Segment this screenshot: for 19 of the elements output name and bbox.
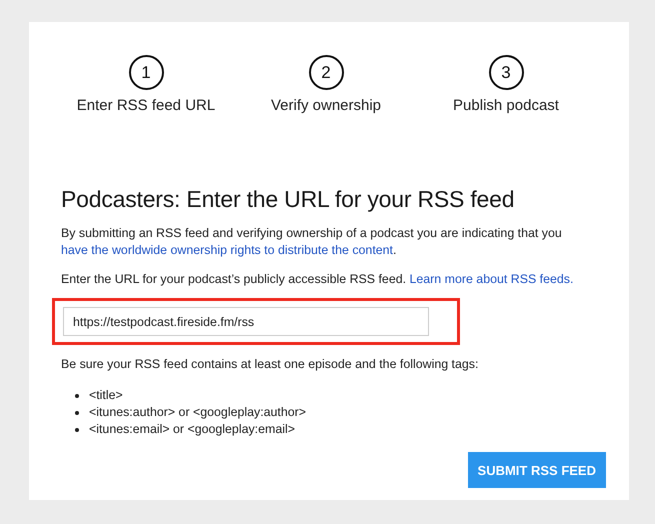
bullet-icon [75,394,79,398]
step-number: 3 [488,55,524,90]
bullet-icon [75,428,79,432]
page-heading: Podcasters: Enter the URL for your RSS feed [61,186,516,213]
learn-more-link[interactable]: Learn more about RSS feeds. [410,272,574,286]
url-prompt: Enter the URL for your podcast’s publicly accessible RSS feed. Learn more about RSS feeds. [61,271,574,288]
step-number: 1 [128,55,164,90]
requirements-text: Be sure your RSS feed contains at least one episode and the following tags: [61,356,480,373]
step-label: Enter RSS feed URL [76,97,216,114]
intro-text: By submitting an RSS feed and verifying ownership of a podcast you are indicating that you have the worldwide ownership rights to distribute the content. [61,225,563,259]
tag-item: <itunes:author> or <googleplay:author> [89,404,306,421]
rights-link[interactable]: have the worldwide ownership rights to distribute the content [61,243,393,257]
url-input-field[interactable]: https://testpodcast.fireside.fm/rss [63,307,429,336]
step-label: Verify ownership [270,97,382,114]
step-number: 2 [308,55,344,90]
tag-item: <title> [89,387,123,404]
step-label: Publish podcast [453,97,559,114]
tag-item: <itunes:email> or <googleplay:email> [89,421,295,438]
bullet-icon [75,410,79,414]
